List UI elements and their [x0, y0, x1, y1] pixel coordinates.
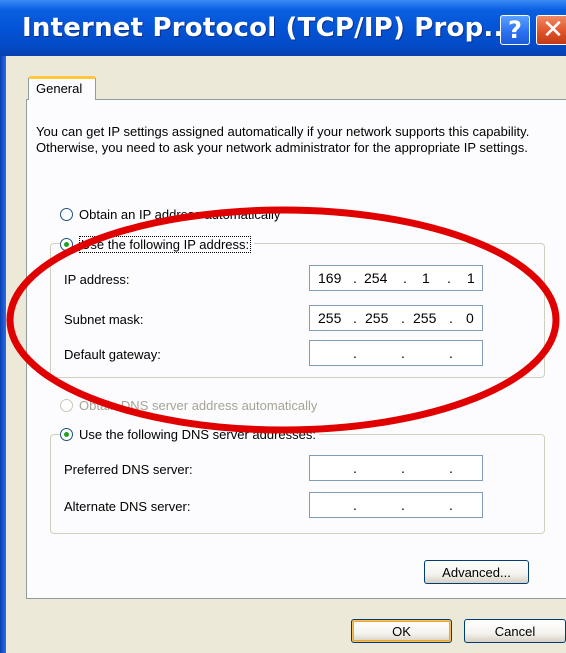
octet: 255: [318, 310, 342, 326]
ip-address-label: IP address:: [64, 272, 130, 287]
alternate-dns-label: Alternate DNS server:: [64, 499, 191, 514]
tcpip-properties-dialog: Internet Protocol (TCP/IP) Prop... ? ✕ G…: [0, 0, 566, 653]
radio-selected-icon: [60, 238, 73, 251]
radio-obtain-dns-auto-label: Obtain DNS server address automatically: [79, 398, 318, 413]
dns-server-group: [50, 434, 545, 534]
default-gateway-label: Default gateway:: [64, 347, 161, 362]
close-button[interactable]: ✕: [536, 15, 566, 45]
tab-general-label: General: [36, 81, 83, 96]
ok-button-label: OK: [392, 623, 411, 639]
help-button[interactable]: ?: [500, 15, 530, 45]
help-icon: ?: [508, 16, 522, 44]
tab-general[interactable]: General: [28, 76, 96, 100]
title-bar[interactable]: Internet Protocol (TCP/IP) Prop... ? ✕: [0, 0, 566, 56]
preferred-dns-input[interactable]: . . .: [309, 455, 483, 481]
radio-selected-icon: [60, 428, 73, 441]
advanced-button-label: Advanced...: [442, 564, 511, 580]
advanced-button[interactable]: Advanced...: [424, 560, 529, 584]
radio-button-icon: [60, 208, 73, 221]
description-text: You can get IP settings assigned automat…: [36, 124, 530, 155]
preferred-dns-label: Preferred DNS server:: [64, 462, 193, 477]
octet: 1: [467, 270, 475, 286]
radio-obtain-ip-auto[interactable]: Obtain an IP address automatically: [60, 207, 280, 222]
alternate-dns-input[interactable]: . . .: [309, 492, 483, 518]
radio-use-following-ip[interactable]: Use the following IP address:: [60, 236, 255, 253]
octet: 255: [365, 310, 389, 326]
close-icon: ✕: [542, 15, 564, 45]
window-frame-left: [0, 56, 6, 653]
radio-disabled-icon: [60, 399, 73, 412]
window-title: Internet Protocol (TCP/IP) Prop...: [22, 13, 514, 43]
subnet-mask-input[interactable]: 255 . 255 . 255 . 0: [309, 305, 483, 331]
radio-use-following-dns[interactable]: Use the following DNS server addresses:: [60, 427, 319, 442]
octet: 254: [364, 270, 388, 286]
default-gateway-input[interactable]: . . .: [309, 340, 483, 366]
subnet-mask-label: Subnet mask:: [64, 312, 144, 327]
radio-use-following-ip-label: Use the following IP address:: [79, 236, 252, 253]
octet: 169: [318, 270, 342, 286]
cancel-button[interactable]: Cancel: [464, 619, 566, 643]
radio-obtain-dns-auto[interactable]: Obtain DNS server address automatically: [60, 398, 317, 413]
radio-obtain-ip-auto-label: Obtain an IP address automatically: [79, 207, 281, 222]
ok-button[interactable]: OK: [351, 619, 452, 643]
octet: 255: [413, 310, 437, 326]
octet: 1: [422, 270, 430, 286]
ip-address-input[interactable]: 169 . 254 . 1 . 1: [309, 265, 483, 291]
octet: 0: [466, 310, 474, 326]
radio-use-following-dns-label: Use the following DNS server addresses:: [79, 427, 316, 442]
cancel-button-label: Cancel: [494, 623, 536, 639]
